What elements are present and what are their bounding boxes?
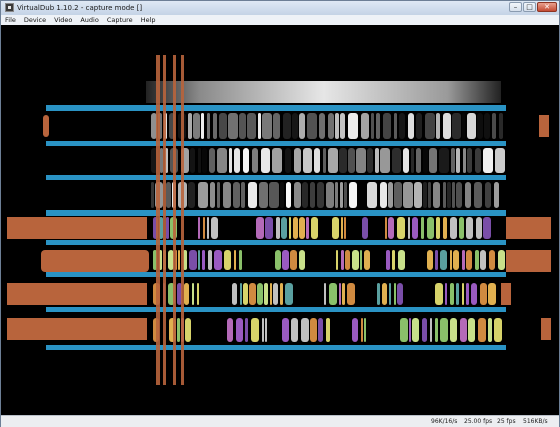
window-controls: – □ ✕ — [508, 2, 557, 13]
status-bar: 96K/16/s 25.00 fps 25 fps 516KB/s — [1, 415, 559, 427]
menu-bar: File Device Video Audio Capture Help — [1, 15, 559, 25]
menu-capture[interactable]: Capture — [103, 15, 137, 25]
title-bar[interactable]: VirtualDub 1.10.2 - capture mode [] – □ … — [1, 1, 559, 15]
status-fps-target: 25.00 fps — [464, 418, 493, 425]
maximize-icon[interactable]: □ — [523, 2, 536, 12]
menu-video[interactable]: Video — [50, 15, 76, 25]
app-icon[interactable] — [5, 3, 14, 12]
window-title: VirtualDub 1.10.2 - capture mode [] — [17, 4, 143, 12]
menu-audio[interactable]: Audio — [76, 15, 102, 25]
app-window: VirtualDub 1.10.2 - capture mode [] – □ … — [0, 0, 560, 427]
status-data-rate: 516KB/s — [523, 418, 548, 425]
close-icon[interactable]: ✕ — [537, 2, 557, 12]
video-preview-canvas — [1, 25, 559, 415]
menu-device[interactable]: Device — [20, 15, 50, 25]
status-fps-actual: 25 fps — [497, 418, 516, 425]
menu-help[interactable]: Help — [137, 15, 160, 25]
menu-file[interactable]: File — [1, 15, 20, 25]
minimize-icon[interactable]: – — [509, 2, 522, 12]
status-audio-rate: 96K/16/s — [431, 418, 458, 425]
gray-band-top — [146, 81, 501, 103]
video-preview[interactable] — [1, 25, 559, 415]
